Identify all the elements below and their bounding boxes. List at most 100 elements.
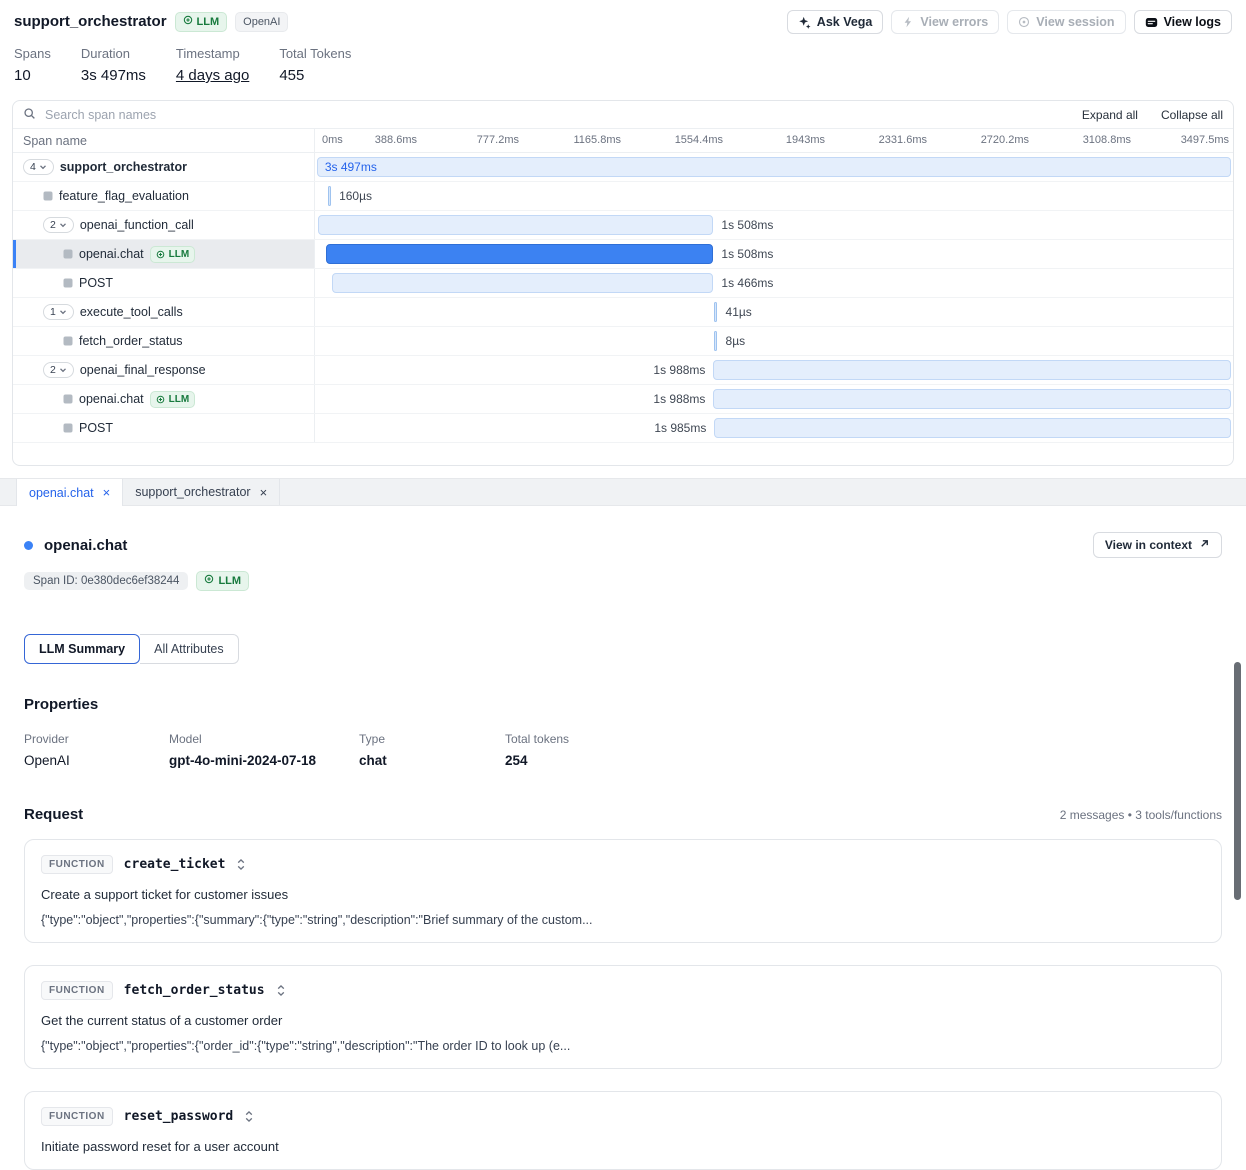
duration-label: 8µs: [726, 327, 746, 356]
duration-bar[interactable]: [713, 360, 1231, 380]
trace-header: Span name 0ms388.6ms777.2ms1165.8ms1554.…: [13, 129, 1233, 153]
span-row[interactable]: 1 execute_tool_calls 41µs: [13, 298, 1233, 327]
function-tag: FUNCTION: [41, 1107, 113, 1126]
span-name: POST: [79, 276, 113, 290]
span-tree-cell[interactable]: 1 execute_tool_calls: [13, 298, 315, 326]
span-tree: 4support_orchestrator3s 497msfeature_fla…: [13, 153, 1233, 443]
span-row[interactable]: 2 openai_function_call 1s 508ms: [13, 211, 1233, 240]
expand-collapse-icon[interactable]: [276, 984, 286, 997]
duration-bar[interactable]: [318, 215, 714, 235]
span-tree-cell[interactable]: openai.chatLLM: [13, 385, 315, 413]
scrollbar[interactable]: [1234, 662, 1241, 900]
span-tree-cell[interactable]: openai.chatLLM: [13, 240, 315, 268]
span-tree-cell[interactable]: POST: [13, 269, 315, 297]
axis-tick: 1165.8ms: [573, 134, 621, 146]
property-value: chat: [359, 753, 505, 768]
duration-label: 1s 988ms: [653, 356, 705, 385]
span-tree-cell[interactable]: fetch_order_status: [13, 327, 315, 355]
row-llm-badge-label: LLM: [169, 393, 190, 406]
duration-label: 41µs: [726, 298, 752, 327]
logs-icon: [1145, 16, 1158, 29]
span-row[interactable]: POST 1s 985ms: [13, 414, 1233, 443]
duration-bar[interactable]: [714, 331, 717, 351]
axis-tick: 2331.6ms: [879, 134, 927, 146]
stat-duration: Duration3s 497ms: [81, 46, 146, 84]
axis-tick: 1943ms: [786, 134, 825, 146]
tab-support-orchestrator[interactable]: support_orchestrator×: [123, 479, 280, 505]
function-tag: FUNCTION: [41, 981, 113, 1000]
properties-heading: Properties: [24, 696, 1222, 713]
trace-panel: Expand all Collapse all Span name 0ms388…: [12, 100, 1234, 466]
span-tree-cell[interactable]: POST: [13, 414, 315, 442]
tab-llm-summary[interactable]: LLM Summary: [24, 634, 140, 664]
chevron-down-icon: [59, 221, 67, 229]
tab-openai-chat[interactable]: openai.chat×: [16, 479, 123, 506]
close-icon[interactable]: ×: [103, 486, 111, 499]
duration-bar[interactable]: [332, 273, 714, 293]
property-label: Total tokens: [505, 732, 665, 746]
duration-bar[interactable]: [714, 418, 1231, 438]
span-tree-cell[interactable]: 2 openai_function_call: [13, 211, 315, 239]
view-in-context-label: View in context: [1105, 538, 1192, 552]
property-model: Modelgpt-4o-mini-2024-07-18: [169, 732, 359, 768]
span-type-icon: [43, 191, 53, 201]
row-llm-badge-label: LLM: [169, 248, 190, 261]
span-tree-cell[interactable]: feature_flag_evaluation: [13, 182, 315, 210]
close-icon[interactable]: ×: [260, 486, 268, 499]
span-row[interactable]: 2openai_final_response 1s 988ms: [13, 356, 1233, 385]
view-session-button[interactable]: View session: [1007, 10, 1125, 34]
axis-tick: 1554.4ms: [675, 134, 723, 146]
expand-all-button[interactable]: Expand all: [1082, 108, 1138, 122]
stat-label: Timestamp: [176, 46, 249, 61]
tab-strip: openai.chat×support_orchestrator×: [0, 478, 1246, 506]
child-count-toggle[interactable]: 4: [23, 159, 54, 175]
span-row[interactable]: feature_flag_evaluation160µs: [13, 182, 1233, 211]
span-tree-cell[interactable]: 2openai_final_response: [13, 356, 315, 384]
stat-label: Duration: [81, 46, 146, 61]
child-count-toggle[interactable]: 2: [43, 217, 74, 233]
detail-llm-badge: LLM: [196, 571, 249, 591]
duration-bar[interactable]: [713, 389, 1231, 409]
view-logs-button[interactable]: View logs: [1134, 10, 1232, 34]
view-in-context-button[interactable]: View in context: [1093, 532, 1222, 558]
ask-vega-button[interactable]: Ask Vega: [787, 10, 884, 34]
child-count-toggle[interactable]: 1: [43, 304, 74, 320]
span-row[interactable]: POST1s 466ms: [13, 269, 1233, 298]
view-session-button-label: View session: [1036, 15, 1114, 29]
expand-collapse-icon[interactable]: [244, 1110, 254, 1123]
collapse-all-button[interactable]: Collapse all: [1161, 108, 1223, 122]
stat-value: 455: [279, 67, 351, 84]
span-tree-cell[interactable]: 4support_orchestrator: [13, 153, 315, 181]
span-row[interactable]: openai.chatLLM1s 508ms: [13, 240, 1233, 269]
property-label: Provider: [24, 732, 169, 746]
span-row[interactable]: openai.chatLLM1s 988ms: [13, 385, 1233, 414]
row-llm-badge: LLM: [150, 391, 196, 408]
span-name: openai_function_call: [80, 218, 194, 232]
duration-bar[interactable]: [317, 157, 1231, 177]
stat-value[interactable]: 4 days ago: [176, 67, 249, 84]
search-input[interactable]: [43, 107, 1059, 123]
duration-bar[interactable]: [328, 186, 331, 206]
span-row[interactable]: fetch_order_status 8µs: [13, 327, 1233, 356]
view-errors-button[interactable]: View errors: [891, 10, 999, 34]
expand-collapse-icon[interactable]: [236, 858, 246, 871]
span-column-header: Span name: [13, 129, 315, 152]
span-id-badge: Span ID: 0e380dec6ef38244: [24, 572, 188, 590]
span-name: execute_tool_calls: [80, 305, 183, 319]
span-type-icon: [63, 336, 73, 346]
duration-bar[interactable]: [326, 244, 713, 264]
function-tag: FUNCTION: [41, 855, 113, 874]
llm-badge: LLM: [175, 12, 228, 32]
row-llm-badge: LLM: [150, 246, 196, 263]
span-row[interactable]: 4support_orchestrator3s 497ms: [13, 153, 1233, 182]
axis-tick: 0ms: [322, 134, 343, 146]
span-timeline-cell: 41µs: [315, 298, 1233, 326]
header: support_orchestrator LLM OpenAI Ask Vega…: [0, 0, 1246, 38]
time-axis: 0ms388.6ms777.2ms1165.8ms1554.4ms1943ms2…: [315, 129, 1233, 152]
span-type-icon: [63, 278, 73, 288]
duration-bar[interactable]: [714, 302, 717, 322]
tab-all-attributes[interactable]: All Attributes: [140, 634, 238, 664]
child-count-toggle[interactable]: 2: [43, 362, 74, 378]
duration-label: 1s 985ms: [654, 414, 706, 443]
duration-label: 1s 508ms: [721, 211, 773, 240]
